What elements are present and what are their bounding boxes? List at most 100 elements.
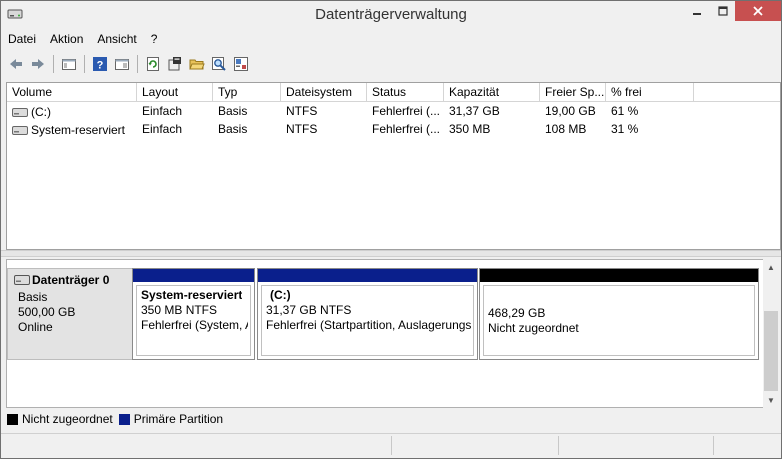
table-row[interactable]: System-reserviert Einfach Basis NTFS Feh… <box>7 120 694 138</box>
settings-disk-icon <box>234 57 248 71</box>
partition-status: Nicht zugeordnet <box>488 321 579 335</box>
partition-box: System-reserviert 350 MB NTFS Fehlerfrei… <box>136 285 251 356</box>
free-space-cell: 19,00 GB <box>545 104 596 118</box>
status-cell: Fehlerfrei (... <box>372 122 441 136</box>
column-header-status[interactable]: Status <box>367 83 444 101</box>
type-cell: Basis <box>218 122 248 136</box>
partition-box: (C:) 31,37 GB NTFS Fehlerfrei (Startpart… <box>261 285 474 356</box>
partition-c[interactable]: (C:) 31,37 GB NTFS Fehlerfrei (Startpart… <box>257 268 478 360</box>
column-header-layout[interactable]: Layout <box>137 83 213 101</box>
window-title: Datenträgerverwaltung <box>315 6 467 23</box>
capacity-cell: 350 MB <box>449 122 491 136</box>
search-disk-button[interactable] <box>210 55 228 73</box>
partition-system-reserved[interactable]: System-reserviert 350 MB NTFS Fehlerfrei… <box>132 268 255 360</box>
table-row[interactable]: (C:) Einfach Basis NTFS Fehlerfrei (... … <box>7 102 694 120</box>
console-tree-button[interactable] <box>60 55 78 73</box>
svg-text:?: ? <box>97 60 104 72</box>
title-bar: Datenträgerverwaltung <box>1 1 781 29</box>
maximize-icon <box>718 6 728 16</box>
disk-view-scrollbar[interactable]: ▲ ▼ <box>763 259 779 408</box>
menu-datei[interactable]: Datei <box>1 30 43 50</box>
disk-state: Online <box>18 320 53 334</box>
column-header-volume[interactable]: Volume <box>7 83 137 101</box>
toolbar-separator <box>53 55 54 73</box>
help-icon: ? <box>93 57 107 72</box>
drive-icon <box>12 125 28 135</box>
filesystem-cell: NTFS <box>286 104 318 118</box>
status-cell: Fehlerfrei (... <box>372 104 441 118</box>
disk-name: Datenträger 0 <box>32 273 110 287</box>
layout-cell: Einfach <box>142 122 183 136</box>
scroll-down-arrow[interactable]: ▼ <box>763 392 779 408</box>
disk-graphical-view: Datenträger 0 Basis 500,00 GB Online Sys… <box>6 259 765 408</box>
close-button[interactable] <box>735 1 781 21</box>
volume-list-header: Volume Layout Typ Dateisystem Status Kap… <box>7 83 780 102</box>
percent-free-cell: 61 % <box>611 104 639 118</box>
partition-unallocated[interactable]: 468,29 GB Nicht zugeordnet <box>479 268 759 360</box>
drive-icon <box>12 107 28 117</box>
properties-view-button[interactable] <box>113 55 131 73</box>
help-button[interactable]: ? <box>91 55 109 73</box>
scroll-thumb[interactable] <box>764 311 778 391</box>
forward-arrow-icon <box>32 59 44 69</box>
toolbar-separator <box>84 55 85 73</box>
column-header-prozent-frei[interactable]: % frei <box>606 83 694 101</box>
disk-type: Basis <box>18 290 48 304</box>
close-icon <box>753 6 763 16</box>
legend-swatch-primary <box>118 413 130 425</box>
disk-icon <box>14 275 30 285</box>
partition-color-bar <box>133 269 254 282</box>
console-tree-icon <box>62 59 76 70</box>
volume-list: Volume Layout Typ Dateisystem Status Kap… <box>6 82 781 250</box>
layout-cell: Einfach <box>142 104 183 118</box>
volume-name: (C:) <box>31 105 51 119</box>
open-folder-button[interactable] <box>188 55 206 73</box>
column-header-dateisystem[interactable]: Dateisystem <box>281 83 367 101</box>
pane-splitter[interactable] <box>1 250 781 257</box>
legend-label-unallocated: Nicht zugeordnet <box>22 412 113 426</box>
column-header-typ[interactable]: Typ <box>213 83 281 101</box>
volume-cell: System-reserviert <box>7 120 137 138</box>
forward-button[interactable] <box>29 55 47 73</box>
menu-bar: Datei Aktion Ansicht ? <box>1 30 781 50</box>
menu-ansicht[interactable]: Ansicht <box>90 30 143 50</box>
refresh-button[interactable] <box>144 55 162 73</box>
settings-disk-button[interactable] <box>232 55 250 73</box>
rescan-disks-button[interactable] <box>166 55 184 73</box>
partition-status: Fehlerfrei (Startpartition, Auslagerungs… <box>266 318 471 332</box>
partition-size: 350 MB NTFS <box>141 303 218 317</box>
volume-cell: (C:) <box>7 102 137 120</box>
status-bar <box>1 433 781 458</box>
partition-color-bar <box>480 269 758 282</box>
legend-swatch-unallocated <box>7 413 18 425</box>
toolbar: ? <box>1 53 782 75</box>
disk-title: Datenträger 0 <box>14 273 109 287</box>
column-header-kapazitaet[interactable]: Kapazität <box>444 83 540 101</box>
back-arrow-icon <box>10 59 22 69</box>
open-folder-icon <box>189 59 205 70</box>
partition-title: (C:) <box>270 288 291 302</box>
maximize-button[interactable] <box>709 1 737 21</box>
partition-status: Fehlerfrei (System, A <box>141 318 248 332</box>
partition-size: 468,29 GB <box>488 306 546 320</box>
minimize-button[interactable] <box>683 1 711 21</box>
volume-name: System-reserviert <box>31 123 126 137</box>
column-header-freier-speicher[interactable]: Freier Sp... <box>540 83 606 101</box>
partition-title: System-reserviert <box>141 288 243 302</box>
minimize-icon <box>693 13 701 15</box>
status-bar-divider <box>558 436 559 455</box>
back-button[interactable] <box>7 55 25 73</box>
refresh-icon <box>147 57 159 71</box>
type-cell: Basis <box>218 104 248 118</box>
legend: Nicht zugeordnet Primäre Partition <box>7 411 229 427</box>
search-disk-icon <box>212 57 226 71</box>
menu-help[interactable]: ? <box>144 30 165 50</box>
partition-box: 468,29 GB Nicht zugeordnet <box>483 285 755 356</box>
scroll-up-arrow[interactable]: ▲ <box>763 259 779 275</box>
window: Datenträgerverwaltung Datei Aktion Ansic… <box>0 0 782 459</box>
status-bar-divider <box>391 436 392 455</box>
filesystem-cell: NTFS <box>286 122 318 136</box>
status-bar-divider <box>713 436 714 455</box>
menu-aktion[interactable]: Aktion <box>43 30 90 50</box>
disk-label-panel[interactable]: Datenträger 0 Basis 500,00 GB Online <box>7 268 133 360</box>
